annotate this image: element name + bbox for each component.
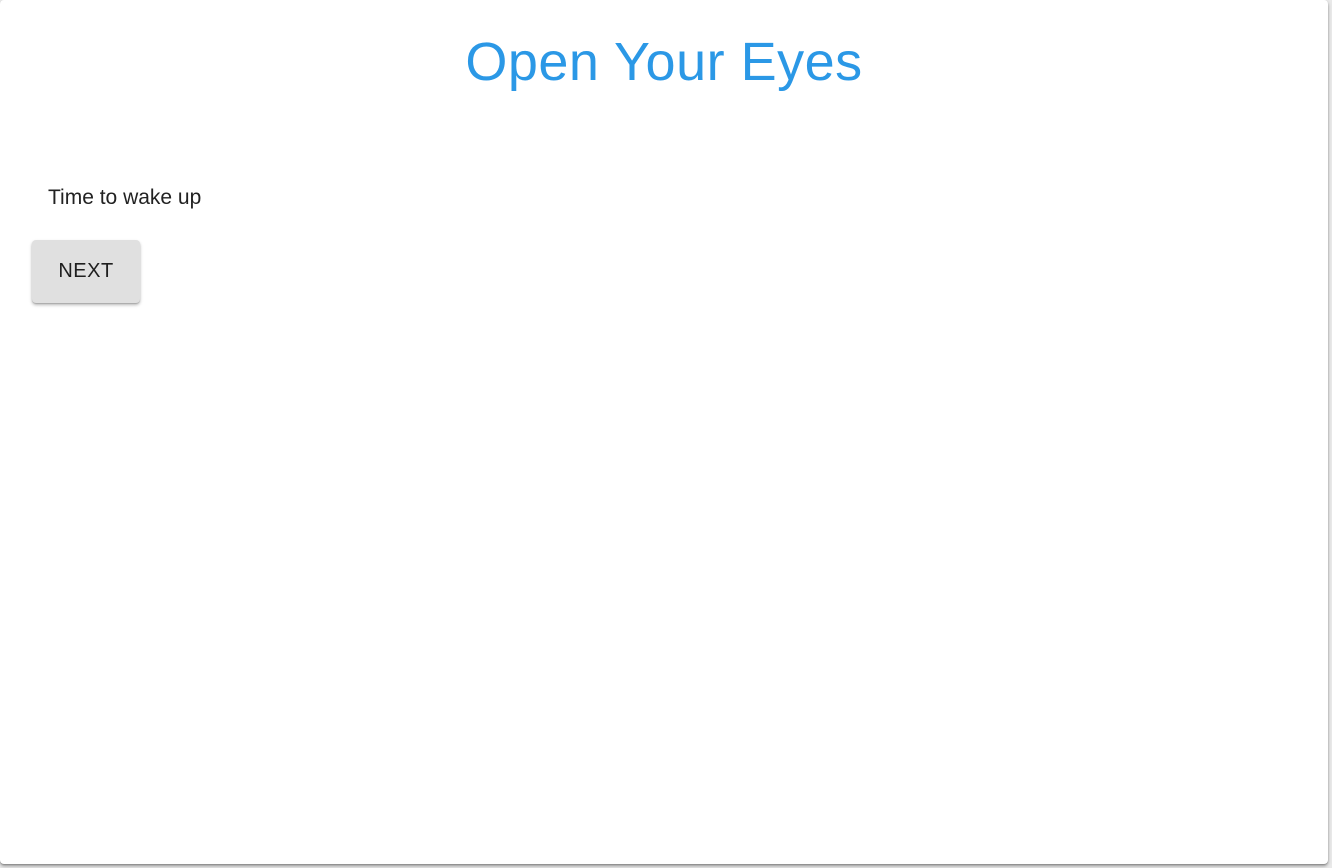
next-button[interactable]: NEXT xyxy=(32,240,140,303)
content-card: Open Your Eyes Time to wake up NEXT xyxy=(0,0,1328,864)
page-title: Open Your Eyes xyxy=(465,32,863,92)
message-text: Time to wake up xyxy=(48,186,202,209)
